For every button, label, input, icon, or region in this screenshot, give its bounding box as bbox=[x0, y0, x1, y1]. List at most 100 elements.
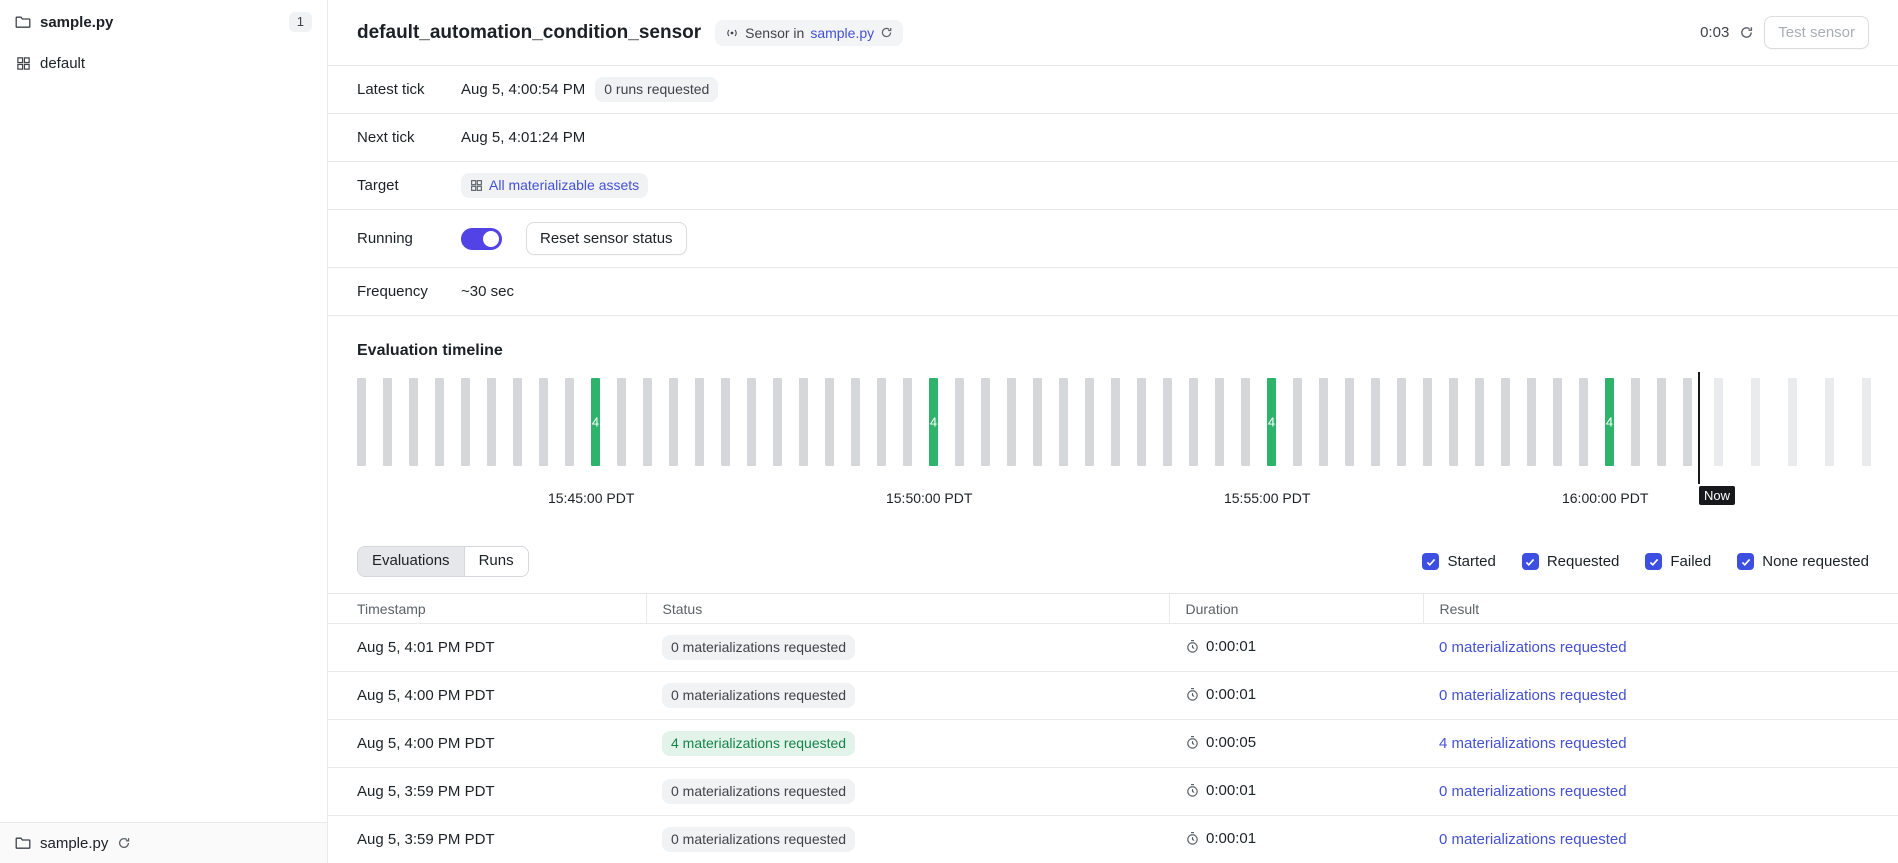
timeline-tick[interactable] bbox=[851, 378, 860, 466]
result-link[interactable]: 4 materializations requested bbox=[1439, 735, 1627, 752]
timeline-tick[interactable] bbox=[1033, 378, 1042, 466]
timeline-tick[interactable] bbox=[799, 378, 808, 466]
stopwatch-icon bbox=[1185, 639, 1200, 654]
timeline-tick[interactable] bbox=[1007, 378, 1016, 466]
timeline-tick[interactable] bbox=[539, 378, 548, 466]
result-link[interactable]: 0 materializations requested bbox=[1439, 639, 1627, 656]
timeline-tick[interactable] bbox=[1215, 378, 1224, 466]
evaluation-timestamp: Aug 5, 4:01 PM PDT bbox=[357, 639, 495, 656]
timeline-tick[interactable] bbox=[1449, 378, 1458, 466]
timeline-tick[interactable] bbox=[903, 378, 912, 466]
latest-tick-badge: 0 runs requested bbox=[595, 77, 718, 102]
timeline-tick[interactable] bbox=[1631, 378, 1640, 466]
timeline-tick[interactable] bbox=[383, 378, 392, 466]
stopwatch-icon bbox=[1185, 687, 1200, 702]
timeline-tick[interactable] bbox=[1085, 378, 1094, 466]
result-link[interactable]: 0 materializations requested bbox=[1439, 783, 1627, 800]
timeline-tick[interactable] bbox=[747, 378, 756, 466]
timeline-tick[interactable] bbox=[1137, 378, 1146, 466]
timeline-tick-future bbox=[1751, 378, 1760, 466]
timeline-tick[interactable] bbox=[669, 378, 678, 466]
timeline-tick-requested[interactable]: 4 bbox=[929, 378, 938, 466]
sidebar-file-item[interactable]: sample.py 1 bbox=[0, 0, 327, 44]
sensor-file-link[interactable]: sample.py bbox=[810, 25, 874, 41]
timeline-tick-requested[interactable]: 4 bbox=[1267, 378, 1276, 466]
asset-grid-icon bbox=[470, 179, 483, 192]
evaluations-table-body: Aug 5, 4:01 PM PDT 0 materializations req… bbox=[328, 624, 1898, 863]
evaluation-duration: 0:00:01 bbox=[1206, 638, 1256, 655]
view-tabs: Evaluations Runs bbox=[357, 546, 529, 577]
timeline-tick[interactable] bbox=[955, 378, 964, 466]
status-badge: 0 materializations requested bbox=[662, 827, 855, 852]
timeline-tick[interactable] bbox=[1553, 378, 1562, 466]
timeline-tick[interactable] bbox=[1579, 378, 1588, 466]
refresh-icon[interactable] bbox=[1739, 25, 1754, 40]
timeline-tick[interactable] bbox=[1241, 378, 1250, 466]
timeline-axis-label: 15:50:00 PDT bbox=[886, 490, 972, 506]
running-toggle[interactable] bbox=[461, 228, 502, 250]
target-asset-link[interactable]: All materializable assets bbox=[461, 173, 648, 198]
timeline-tick[interactable] bbox=[1293, 378, 1302, 466]
running-row: Running Reset sensor status bbox=[328, 210, 1898, 268]
timeline-tick[interactable] bbox=[409, 378, 418, 466]
timeline-tick[interactable] bbox=[1657, 378, 1666, 466]
timeline-tick[interactable] bbox=[981, 378, 990, 466]
sidebar-footer[interactable]: sample.py bbox=[0, 822, 327, 863]
evaluations-table: Timestamp Status Duration Result Aug 5, … bbox=[328, 593, 1898, 863]
folder-icon bbox=[15, 14, 31, 30]
timeline-tick[interactable] bbox=[1163, 378, 1172, 466]
timeline-tick[interactable] bbox=[617, 378, 626, 466]
timeline-tick[interactable] bbox=[1111, 378, 1120, 466]
sidebar-file-label: sample.py bbox=[40, 14, 113, 31]
evaluation-row: Aug 5, 3:59 PM PDT0 materializations req… bbox=[328, 768, 1898, 816]
result-link[interactable]: 0 materializations requested bbox=[1439, 687, 1627, 704]
col-header-timestamp: Timestamp bbox=[328, 594, 646, 624]
target-link-text[interactable]: All materializable assets bbox=[489, 177, 639, 194]
timeline-tick[interactable] bbox=[1527, 378, 1536, 466]
running-label: Running bbox=[357, 230, 461, 247]
timeline-tick-requested[interactable]: 4 bbox=[591, 378, 600, 466]
timeline-tick[interactable] bbox=[1475, 378, 1484, 466]
timeline-tick[interactable] bbox=[513, 378, 522, 466]
reset-sensor-status-button[interactable]: Reset sensor status bbox=[526, 222, 687, 255]
status-badge: 4 materializations requested bbox=[662, 731, 855, 756]
timeline-tick[interactable] bbox=[773, 378, 782, 466]
timeline-axis: 15:45:00 PDT15:50:00 PDT15:55:00 PDT16:0… bbox=[357, 484, 1869, 506]
result-link[interactable]: 0 materializations requested bbox=[1439, 831, 1627, 848]
filter-failed[interactable]: Failed bbox=[1645, 553, 1711, 570]
timeline-tick[interactable] bbox=[461, 378, 470, 466]
timeline-tick[interactable] bbox=[643, 378, 652, 466]
col-header-duration: Duration bbox=[1169, 594, 1423, 624]
timeline-tick[interactable] bbox=[1345, 378, 1354, 466]
filter-requested[interactable]: Requested bbox=[1522, 553, 1620, 570]
timeline-tick[interactable] bbox=[695, 378, 704, 466]
timeline-tick[interactable] bbox=[565, 378, 574, 466]
filter-started[interactable]: Started bbox=[1422, 553, 1495, 570]
timeline-tick[interactable] bbox=[435, 378, 444, 466]
sidebar-item-default-group[interactable]: default bbox=[0, 44, 327, 82]
timeline-tick-requested[interactable]: 4 bbox=[1605, 378, 1614, 466]
countdown-timer: 0:03 bbox=[1700, 24, 1729, 41]
timeline-tick[interactable] bbox=[1423, 378, 1432, 466]
timeline-tick[interactable] bbox=[1189, 378, 1198, 466]
timeline-tick[interactable] bbox=[1397, 378, 1406, 466]
reload-icon[interactable] bbox=[880, 26, 893, 39]
timeline-tick[interactable] bbox=[1371, 378, 1380, 466]
timeline-tick[interactable] bbox=[357, 378, 366, 466]
tab-evaluations[interactable]: Evaluations bbox=[358, 547, 464, 576]
evaluation-row: Aug 5, 4:00 PM PDT4 materializations req… bbox=[328, 720, 1898, 768]
timeline-tick[interactable] bbox=[825, 378, 834, 466]
timeline-tick[interactable] bbox=[487, 378, 496, 466]
reload-icon[interactable] bbox=[117, 836, 131, 850]
timeline-tick[interactable] bbox=[1501, 378, 1510, 466]
timeline-tick[interactable] bbox=[1319, 378, 1328, 466]
sensor-context-badge: Sensor in sample.py bbox=[715, 20, 903, 46]
timeline-tick[interactable] bbox=[1683, 378, 1692, 466]
filter-none-requested[interactable]: None requested bbox=[1737, 553, 1869, 570]
timeline-tick[interactable] bbox=[877, 378, 886, 466]
app-root: sample.py 1 default sample.py bbox=[0, 0, 1898, 863]
test-sensor-button[interactable]: Test sensor bbox=[1764, 16, 1869, 49]
tab-runs[interactable]: Runs bbox=[464, 547, 528, 576]
timeline-tick[interactable] bbox=[721, 378, 730, 466]
timeline-tick[interactable] bbox=[1059, 378, 1068, 466]
